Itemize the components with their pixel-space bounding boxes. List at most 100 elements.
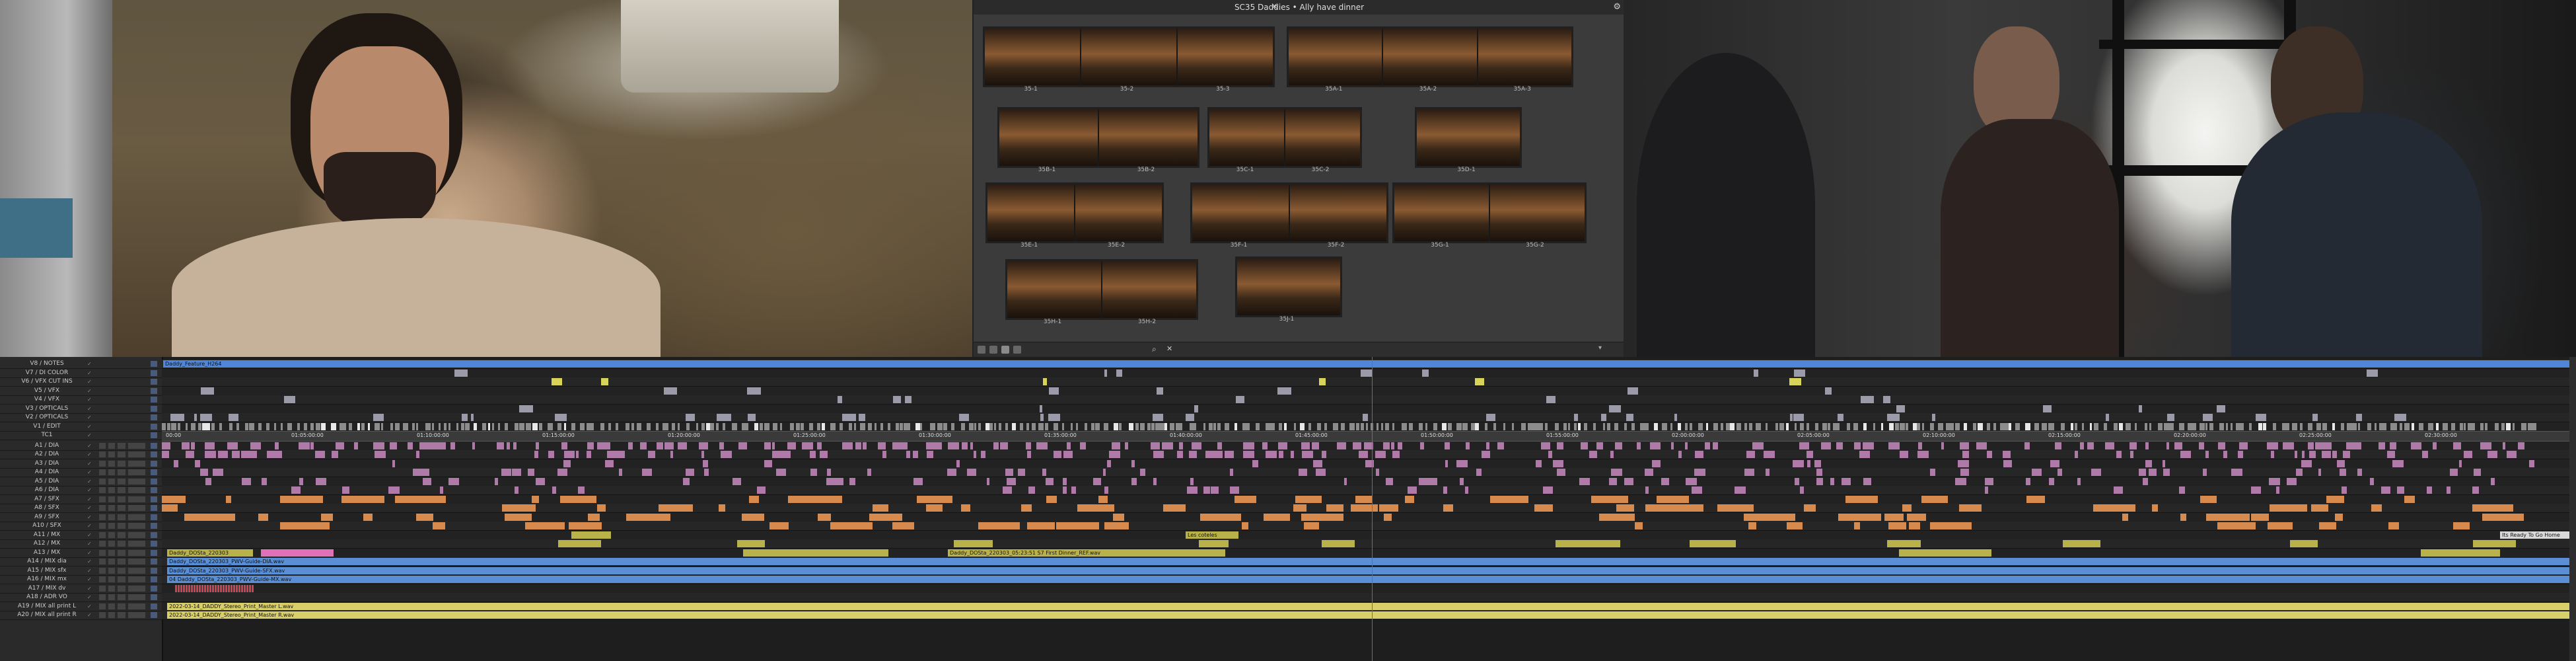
- timeline-clip[interactable]: [2114, 422, 2118, 430]
- timeline-clip[interactable]: [781, 451, 791, 458]
- timeline-clip[interactable]: [896, 422, 899, 430]
- timeline-clip[interactable]: [2122, 513, 2128, 521]
- timeline-clip[interactable]: [2199, 442, 2204, 449]
- timeline-clip[interactable]: [1614, 422, 1618, 430]
- timeline-clip[interactable]: [2315, 442, 2325, 449]
- timeline-clip[interactable]: [363, 513, 373, 521]
- timeline-clip[interactable]: [1609, 477, 1617, 485]
- timeline-clip[interactable]: [1243, 451, 1254, 458]
- timeline-clip[interactable]: [2087, 442, 2094, 449]
- timeline-clip[interactable]: [906, 451, 910, 458]
- lock-icon[interactable]: ✓: [87, 549, 92, 557]
- timeline-clip[interactable]: [1555, 422, 1559, 430]
- timeline-clip[interactable]: [1203, 486, 1210, 494]
- lock-icon[interactable]: ✓: [87, 486, 92, 494]
- timeline-clip[interactable]: [1909, 522, 1920, 529]
- timeline-clip[interactable]: [657, 442, 663, 449]
- bin-clip-thumbnail[interactable]: [1007, 261, 1102, 318]
- timeline-clip[interactable]: [1830, 477, 1834, 485]
- lock-icon[interactable]: ✓: [87, 405, 92, 413]
- timeline-clip[interactable]: [381, 422, 383, 430]
- bin-clip-thumbnail[interactable]: [1102, 261, 1196, 318]
- timeline-clip[interactable]: [1392, 422, 1394, 430]
- timeline-clip[interactable]: [2381, 486, 2390, 494]
- timeline-clip[interactable]: [1063, 451, 1073, 458]
- timeline-clip[interactable]: [817, 442, 822, 449]
- track-header[interactable]: V2 / OPTICALS ✓: [0, 413, 162, 422]
- timeline-clip[interactable]: [1838, 414, 1843, 421]
- timeline-clip[interactable]: [1153, 451, 1164, 458]
- timeline-clip[interactable]: [440, 486, 443, 494]
- timeline-clip[interactable]: [1063, 477, 1067, 485]
- timeline-clip[interactable]: [1316, 469, 1326, 476]
- timeline-clip[interactable]: [1744, 513, 1766, 521]
- track-header[interactable]: V1 / EDIT ✓: [0, 422, 162, 432]
- timeline-clip[interactable]: [1694, 469, 1705, 476]
- timeline-clip[interactable]: [564, 422, 566, 430]
- timeline-clip[interactable]: [1536, 459, 1542, 467]
- track-lane[interactable]: Daddy_DOSta_220303_PWV-Guide-SFX.wav: [162, 566, 2576, 576]
- timeline-clip[interactable]: [2055, 442, 2061, 449]
- timeline-clip[interactable]: [2383, 422, 2386, 430]
- bin-clip-thumbnail[interactable]: [1285, 109, 1360, 166]
- timeline-clip[interactable]: [439, 422, 441, 430]
- timeline-clip[interactable]: [738, 442, 747, 449]
- track-select[interactable]: [151, 423, 157, 430]
- timeline-clip[interactable]: [1950, 422, 1954, 430]
- timeline-clip[interactable]: [1337, 442, 1346, 449]
- timeline-clip[interactable]: [1962, 451, 1969, 458]
- timeline-clip[interactable]: [1548, 451, 1552, 458]
- timeline-clip[interactable]: [723, 422, 725, 430]
- timeline-clip[interactable]: [2422, 451, 2428, 458]
- timeline-clip[interactable]: [1790, 414, 1793, 421]
- track-lane[interactable]: [162, 377, 2576, 387]
- timeline-clip[interactable]: [1301, 442, 1310, 449]
- timeline-clip[interactable]: [974, 422, 976, 430]
- timeline-clip[interactable]: [1783, 513, 1795, 521]
- timeline-clip[interactable]: [2388, 522, 2399, 529]
- timeline-clip[interactable]: [388, 486, 400, 494]
- timeline-clip[interactable]: [507, 442, 510, 449]
- timeline-clip[interactable]: [1695, 451, 1703, 458]
- timeline-clip[interactable]: [1104, 369, 1107, 377]
- timeline-clip[interactable]: [1140, 422, 1145, 430]
- timeline-clip[interactable]: [2145, 442, 2149, 449]
- timeline-clip[interactable]: [2258, 422, 2262, 430]
- timeline-clip[interactable]: [2518, 442, 2524, 449]
- timeline-clip[interactable]: [1987, 422, 1990, 430]
- timeline-clip[interactable]: [1764, 513, 1786, 521]
- timeline-clip[interactable]: [1863, 477, 1871, 485]
- timeline-clip[interactable]: [1748, 522, 1756, 529]
- timeline-clip[interactable]: [2487, 451, 2497, 458]
- bin-clip-thumbnail[interactable]: [1075, 184, 1162, 241]
- timeline-clip[interactable]: [1007, 477, 1016, 485]
- timeline-clip[interactable]: [390, 442, 397, 449]
- timeline-clip[interactable]: [1341, 422, 1345, 430]
- timeline-clip[interactable]: [926, 504, 943, 512]
- timeline-clip[interactable]: [1654, 422, 1658, 430]
- timeline-clip[interactable]: [1151, 442, 1160, 449]
- timeline-clip[interactable]: [2287, 422, 2289, 430]
- timeline-clip[interactable]: [1062, 422, 1064, 430]
- timeline-clip[interactable]: [1071, 422, 1073, 430]
- timeline-clip[interactable]: [1794, 369, 1805, 377]
- timeline-clip[interactable]: [1266, 451, 1277, 458]
- timeline-clip[interactable]: [2267, 442, 2278, 449]
- track-header[interactable]: V3 / OPTICALS ✓: [0, 405, 162, 414]
- timeline-clip[interactable]: [967, 469, 976, 476]
- timeline-clip[interactable]: [1601, 414, 1606, 421]
- timeline-clip[interactable]: [838, 396, 842, 403]
- timeline-clip[interactable]: [1475, 378, 1484, 385]
- timeline-clip[interactable]: [1349, 422, 1355, 430]
- timeline-clip[interactable]: [637, 422, 641, 430]
- timeline-clip[interactable]: [1615, 442, 1622, 449]
- timeline-clip[interactable]: [1005, 469, 1013, 476]
- timeline-clip[interactable]: [1662, 422, 1667, 430]
- timeline-clip[interactable]: [2091, 469, 2101, 476]
- timeline-clip[interactable]: [875, 422, 877, 430]
- timeline-clip[interactable]: [244, 584, 246, 592]
- bin-clip-thumbnail[interactable]: [1478, 28, 1571, 85]
- timeline-clip[interactable]: [2482, 513, 2524, 521]
- timeline-clip[interactable]: [1822, 422, 1827, 430]
- timeline-clip[interactable]: [937, 442, 942, 449]
